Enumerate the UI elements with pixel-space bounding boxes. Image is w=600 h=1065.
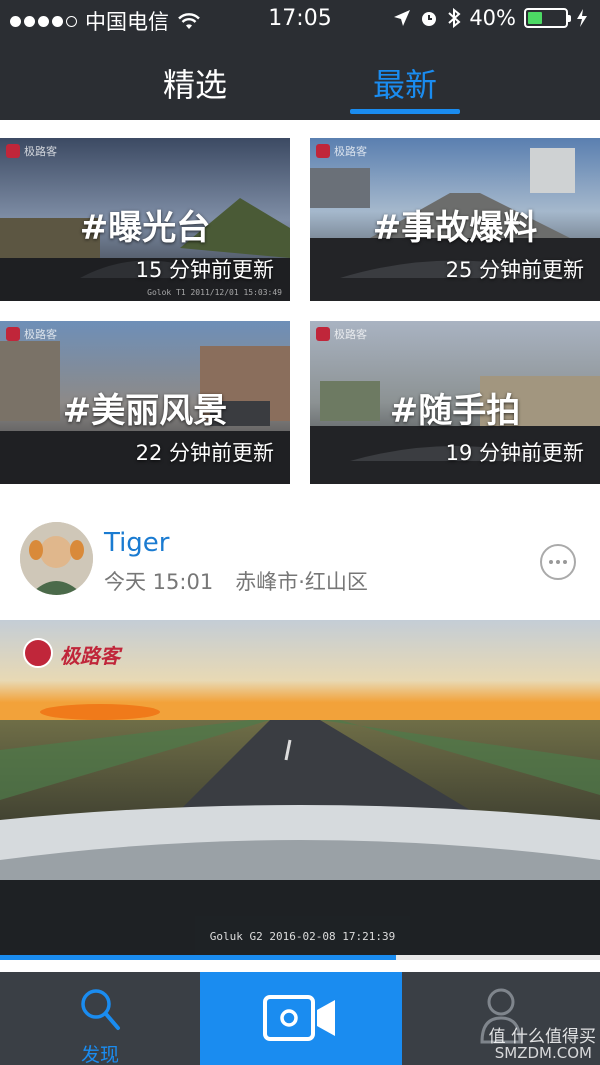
nav-discover-label: 发现 xyxy=(80,1044,119,1065)
topic-card-scenery[interactable]: 极路客 #美丽风景 22 分钟前更新 xyxy=(0,321,290,484)
brand-name: 极路客 xyxy=(60,644,120,668)
topic-tag: #美丽风景 xyxy=(62,391,228,431)
more-options-button[interactable] xyxy=(540,544,576,580)
topic-card-snapshot[interactable]: 极路客 #随手拍 19 分钟前更新 xyxy=(310,321,600,484)
video-player[interactable]: 极路客 Goluk G2 2016-02-08 17:21:39 xyxy=(0,620,600,958)
topic-updated: 22 分钟前更新 xyxy=(135,441,274,465)
topic-stamp: Golok T1 2011/12/01 15:03:49 xyxy=(147,288,282,297)
alarm-icon xyxy=(422,12,437,26)
brand-name: 极路客 xyxy=(334,328,367,341)
post-time: 今天 15:01 xyxy=(104,570,214,594)
username[interactable]: Tiger xyxy=(104,528,170,558)
brand-logo-icon xyxy=(23,638,53,668)
brand-name: 极路客 xyxy=(24,145,57,158)
status-bar: 中国电信 17:05 40% xyxy=(0,0,600,40)
topic-updated: 25 分钟前更新 xyxy=(445,258,584,282)
status-right: 40% xyxy=(393,6,588,30)
post-meta: 今天 15:01 赤峰市·红山区 xyxy=(104,566,368,596)
battery-icon xyxy=(524,8,571,28)
topic-updated: 19 分钟前更新 xyxy=(445,441,584,465)
brand-logo-icon xyxy=(6,144,20,158)
nav-discover[interactable]: 发现 xyxy=(0,972,200,1065)
brand-logo-icon xyxy=(316,144,330,158)
bluetooth-icon xyxy=(448,8,461,28)
video-camera-icon xyxy=(263,995,335,1041)
video-progress[interactable] xyxy=(0,955,600,960)
brand-logo-icon xyxy=(6,327,20,341)
topic-card-accident[interactable]: 极路客 #事故爆料 25 分钟前更新 xyxy=(310,138,600,301)
video-stamp: Goluk G2 2016-02-08 17:21:39 xyxy=(195,916,410,958)
post-location: 赤峰市·红山区 xyxy=(235,570,368,594)
avatar[interactable] xyxy=(20,522,93,595)
topic-tag: #随手拍 xyxy=(389,391,521,431)
tab-featured[interactable]: 精选 xyxy=(145,40,245,120)
topic-card-exposure[interactable]: 极路客 #曝光台 15 分钟前更新 Golok T1 2011/12/01 15… xyxy=(0,138,290,301)
avatar-image xyxy=(20,522,93,595)
topic-updated: 15 分钟前更新 xyxy=(135,258,274,282)
nav-record[interactable] xyxy=(200,972,402,1065)
search-icon xyxy=(81,989,120,1030)
post-header: Tiger 今天 15:01 赤峰市·红山区 xyxy=(0,500,600,615)
video-frame xyxy=(0,620,600,958)
battery-percent: 40% xyxy=(469,6,516,30)
charging-icon xyxy=(577,9,587,27)
tab-latest[interactable]: 最新 xyxy=(350,40,460,120)
topic-tag: #曝光台 xyxy=(79,208,211,248)
brand-name: 极路客 xyxy=(334,145,367,158)
video-progress-fill xyxy=(0,955,396,960)
brand-logo-icon xyxy=(316,327,330,341)
brand-name: 极路客 xyxy=(24,328,57,341)
watermark-sub: SMZDM.COM xyxy=(494,1044,592,1062)
top-tabs: 精选 最新 xyxy=(0,40,600,120)
location-arrow-icon xyxy=(394,10,411,26)
topic-tag: #事故爆料 xyxy=(372,208,538,248)
